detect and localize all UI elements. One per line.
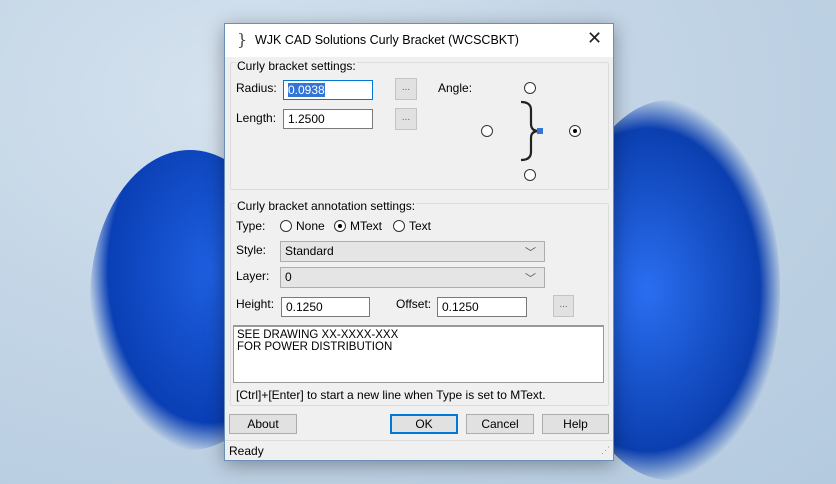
annotation-settings-label: Curly bracket annotation settings: <box>236 199 417 213</box>
height-input[interactable]: 0.1250 <box>281 297 370 317</box>
layer-select[interactable]: 0 ﹀ <box>280 267 545 288</box>
type-none-label[interactable]: None <box>296 219 325 233</box>
app-icon: } <box>237 30 248 49</box>
resize-grip-icon[interactable]: ⋰ <box>601 445 610 456</box>
hint-text: [Ctrl]+[Enter] to start a new line when … <box>236 388 546 402</box>
length-browse-button[interactable]: ... <box>395 108 417 130</box>
radius-input[interactable]: 0.0938 <box>283 80 373 100</box>
title-bar: } WJK CAD Solutions Curly Bracket (WCSCB… <box>225 24 613 57</box>
offset-label: Offset: <box>396 297 432 311</box>
style-label: Style: <box>236 243 267 257</box>
text-line: SEE DRAWING XX-XXXX-XXX <box>237 329 399 341</box>
radius-browse-button[interactable]: ... <box>395 78 417 100</box>
annotation-browse-button[interactable]: ... <box>553 295 574 317</box>
status-bar: Ready ⋰ <box>225 440 613 460</box>
type-mtext-label[interactable]: MText <box>350 219 382 233</box>
text-line: FOR POWER DISTRIBUTION <box>237 341 393 353</box>
height-label: Height: <box>236 297 275 311</box>
annotation-text-area[interactable]: SEE DRAWING XX-XXXX-XXX FOR POWER DISTRI… <box>233 325 604 383</box>
type-label: Type: <box>236 219 266 233</box>
about-button[interactable]: About <box>229 414 297 434</box>
style-select[interactable]: Standard ﹀ <box>280 241 545 262</box>
radius-value: 0.0938 <box>288 83 325 97</box>
chevron-down-icon: ﹀ <box>525 273 536 285</box>
help-button[interactable]: Help <box>542 414 609 434</box>
type-text-radio[interactable] <box>393 220 405 232</box>
layer-label: Layer: <box>236 269 270 283</box>
cancel-button[interactable]: Cancel <box>466 414 534 434</box>
offset-input[interactable]: 0.1250 <box>437 297 527 317</box>
angle-right-radio[interactable] <box>569 125 581 137</box>
bracket-settings-label: Curly bracket settings: <box>236 59 357 73</box>
angle-top-radio[interactable] <box>524 82 536 94</box>
close-button[interactable]: ✕ <box>587 28 602 49</box>
radius-label: Radius: <box>236 81 277 95</box>
angle-label: Angle: <box>438 81 473 95</box>
style-value: Standard <box>285 244 334 258</box>
length-input[interactable]: 1.2500 <box>283 109 373 129</box>
type-mtext-radio[interactable] <box>334 220 346 232</box>
curly-bracket-preview-icon <box>520 100 543 162</box>
angle-bottom-radio[interactable] <box>524 169 536 181</box>
angle-left-radio[interactable] <box>481 125 493 137</box>
chevron-down-icon: ﹀ <box>525 247 536 259</box>
length-label: Length: <box>236 111 277 125</box>
status-text: Ready <box>229 444 264 458</box>
window-title: WJK CAD Solutions Curly Bracket (WCSCBKT… <box>255 33 519 47</box>
ok-button[interactable]: OK <box>390 414 458 434</box>
layer-value: 0 <box>285 270 292 284</box>
type-text-label[interactable]: Text <box>409 219 431 233</box>
type-none-radio[interactable] <box>280 220 292 232</box>
curly-bracket-dialog: } WJK CAD Solutions Curly Bracket (WCSCB… <box>224 23 614 461</box>
